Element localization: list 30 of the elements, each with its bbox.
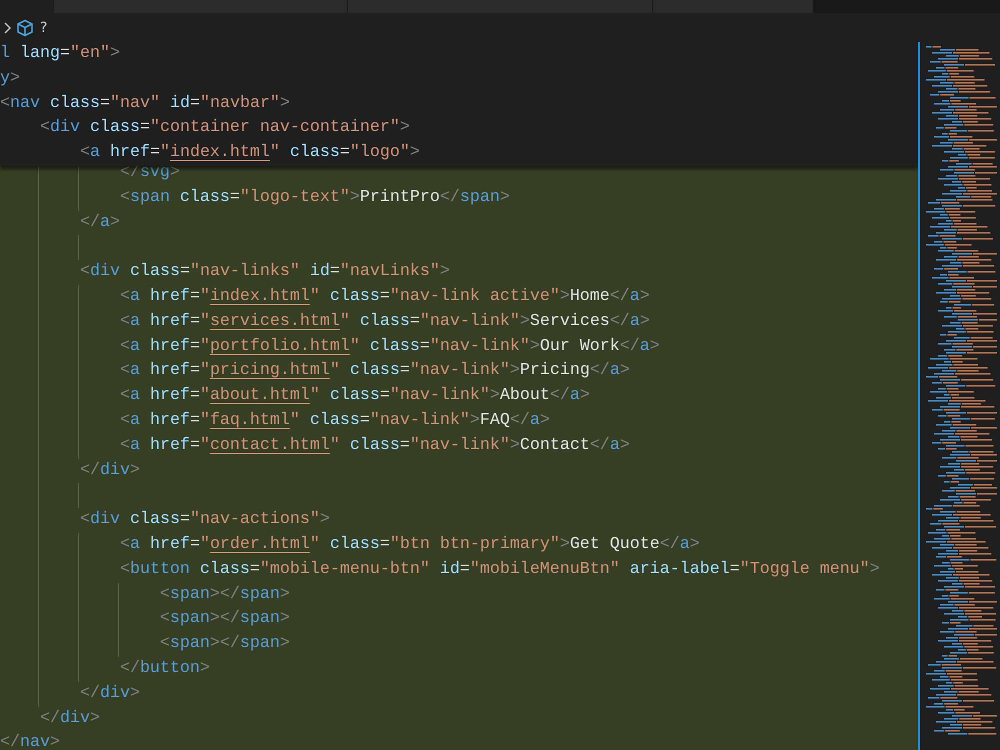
code-line: </div> bbox=[78, 682, 140, 705]
code-line: <div class="nav-actions"> bbox=[78, 509, 330, 532]
code-line: </div> bbox=[78, 460, 140, 482]
code-line: <a href="portfolio.html" class="nav-link">Our Work</a> bbox=[118, 336, 660, 358]
code-line: <span></span> bbox=[158, 608, 290, 630]
code-line: <span class="logo-text">PrintPro</span> bbox=[118, 186, 510, 209]
code-line: <a href="pricing.html" class="nav-link">Pricing</a> bbox=[118, 360, 630, 382]
code-line: <a href="contact.html" class="nav-link">Contact</a> bbox=[118, 434, 630, 457]
code-line: </div> bbox=[38, 708, 100, 730]
code-line: </button> bbox=[118, 658, 210, 680]
minimap-drawing[interactable] bbox=[918, 42, 1000, 750]
breadcrumb-symbol[interactable]: ? bbox=[40, 20, 48, 36]
code-line: <nav class="nav" id="navbar"> bbox=[0, 92, 290, 115]
code-line: y> bbox=[0, 68, 20, 90]
code-line: <a href="order.html" class="btn btn-primary">Get Quote</a> bbox=[118, 534, 700, 556]
code-line: <a href="index.html" class="nav-link active">Home</a> bbox=[118, 286, 650, 308]
code-line: l lang="en"> bbox=[0, 43, 120, 65]
code-line: <span></span> bbox=[158, 584, 290, 606]
code-line: <a href="about.html" class="nav-link">About</a> bbox=[118, 385, 590, 408]
code-line: <div class="container nav-container"> bbox=[38, 117, 410, 140]
chevron-right-icon bbox=[4, 22, 12, 34]
code-line: </a> bbox=[78, 212, 120, 234]
cube-icon[interactable] bbox=[16, 18, 34, 36]
code-line: <button class="mobile-menu-btn" id="mobileMenuBtn" aria-label="Toggle menu"> bbox=[118, 558, 880, 581]
code-line: <div class="nav-links" id="navLinks"> bbox=[78, 261, 450, 284]
code-line: <a href="faq.html" class="nav-link">FAQ</a> bbox=[118, 410, 550, 432]
code-line: <a href="index.html" class="logo"> bbox=[78, 142, 420, 164]
code-line: </nav> bbox=[0, 732, 60, 750]
code-line: <span></span> bbox=[158, 633, 290, 656]
code-line: <a href="services.html" class="nav-link">Services</a> bbox=[118, 310, 650, 333]
